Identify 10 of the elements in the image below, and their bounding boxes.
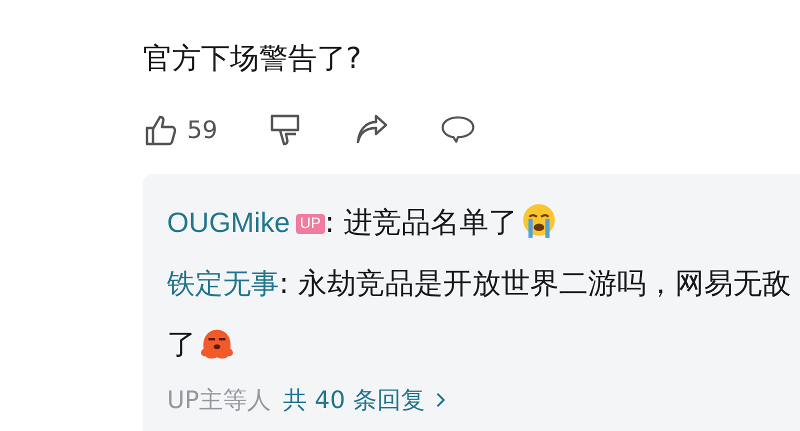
up-badge: UP (296, 214, 325, 234)
chevron-right-icon (434, 391, 447, 409)
reply-text: OUGMike UP: 进竞品名单了 (167, 192, 794, 253)
reply-text: 铁定无事: 永劫竞品是开放世界二游吗，网易无敌了 (167, 265, 792, 364)
reply-author[interactable]: 铁定无事 (167, 268, 279, 299)
repliers-text: UP主等人 (167, 385, 272, 416)
like-button[interactable]: 59 (143, 112, 218, 148)
comment-text: 官方下场警告了? (143, 40, 362, 77)
view-replies-link[interactable]: 共 40 条回复 (283, 374, 447, 426)
reply-author[interactable]: OUGMike (167, 207, 290, 238)
